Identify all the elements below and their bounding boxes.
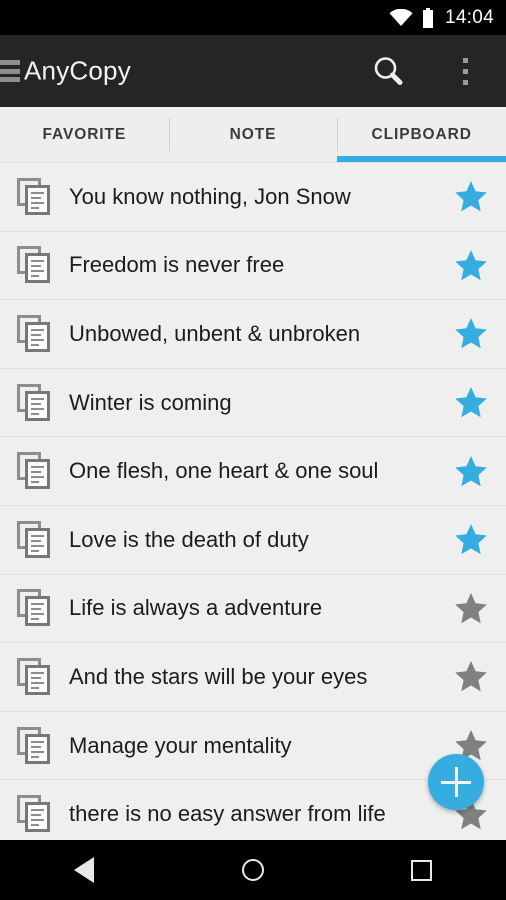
star-icon-inactive[interactable] [453, 591, 489, 625]
copy-document-icon [17, 177, 51, 216]
copy-document-icon [17, 314, 51, 353]
android-screen: 14:04 AnyCopy FAVORITE NOTE CLIPBOARD Yo… [0, 0, 506, 900]
recents-square-icon [411, 859, 433, 881]
list-item[interactable]: And the stars will be your eyes [0, 643, 506, 712]
copy-document-icon [17, 589, 51, 627]
tab-favorite[interactable]: FAVORITE [0, 107, 169, 162]
star-icon-filled[interactable] [453, 317, 489, 351]
overflow-menu-icon[interactable] [440, 43, 490, 99]
tab-bar: FAVORITE NOTE CLIPBOARD [0, 107, 506, 163]
wifi-icon [389, 8, 413, 27]
list-item-text: Winter is coming [69, 389, 232, 415]
nav-home-button[interactable] [213, 840, 293, 900]
list-item-text: And the stars will be your eyes [69, 663, 368, 689]
star-icon-filled[interactable] [453, 180, 489, 214]
list-item-text: Manage your mentality [69, 732, 292, 758]
back-triangle-icon [74, 857, 95, 883]
copy-document-icon [17, 452, 51, 490]
android-nav-bar [0, 840, 506, 900]
tab-favorite-label: FAVORITE [42, 125, 127, 143]
list-item-text: Life is always a adventure [69, 595, 323, 621]
tab-note[interactable]: NOTE [168, 107, 338, 162]
home-circle-icon [241, 859, 264, 881]
add-fab-button[interactable] [428, 754, 484, 810]
tab-active-indicator [337, 156, 506, 162]
copy-document-icon [17, 726, 51, 765]
list-item-text: Love is the death of duty [69, 526, 309, 552]
list-item-text: there is no easy answer from life [69, 801, 386, 827]
app-title: AnyCopy [24, 55, 131, 86]
copy-document-icon [17, 383, 51, 422]
list-item[interactable]: Freedom is never free [0, 231, 506, 301]
list-item[interactable]: One flesh, one heart & one soul [0, 437, 506, 506]
list-item[interactable]: Life is always a adventure [0, 574, 506, 644]
copy-document-icon [17, 520, 51, 559]
list-item[interactable]: Winter is coming [0, 368, 506, 438]
list-item[interactable]: Love is the death of duty [0, 505, 506, 575]
search-icon[interactable] [360, 43, 416, 99]
star-icon-filled[interactable] [453, 454, 489, 488]
clipboard-list[interactable]: You know nothing, Jon Snow Freedom is nev… [0, 163, 506, 840]
list-item[interactable]: Unbowed, unbent & unbroken [0, 300, 506, 369]
star-icon-filled[interactable] [453, 523, 489, 557]
nav-back-button[interactable] [44, 840, 124, 900]
list-item-text: You know nothing, Jon Snow [69, 183, 351, 209]
nav-recents-button[interactable] [382, 840, 462, 900]
star-icon-inactive[interactable] [453, 660, 489, 694]
list-item-text: Unbowed, unbent & unbroken [69, 320, 361, 346]
list-item-text: Freedom is never free [69, 252, 285, 278]
app-bar: AnyCopy [0, 35, 506, 107]
tab-clipboard-label: CLIPBOARD [371, 125, 472, 143]
hamburger-menu-icon[interactable] [0, 60, 20, 82]
list-item-text: One flesh, one heart & one soul [69, 458, 379, 484]
copy-document-icon [17, 795, 51, 833]
copy-document-icon [17, 657, 51, 696]
star-icon-filled[interactable] [453, 386, 489, 420]
plus-icon-vertical [454, 767, 458, 797]
copy-document-icon [17, 246, 51, 284]
tab-clipboard[interactable]: CLIPBOARD [337, 107, 506, 162]
star-icon-filled[interactable] [453, 248, 489, 282]
tab-note-label: NOTE [229, 125, 277, 143]
status-bar: 14:04 [0, 0, 506, 35]
battery-icon [422, 7, 434, 28]
list-item[interactable]: You know nothing, Jon Snow [0, 163, 506, 232]
status-time: 14:04 [444, 6, 494, 28]
